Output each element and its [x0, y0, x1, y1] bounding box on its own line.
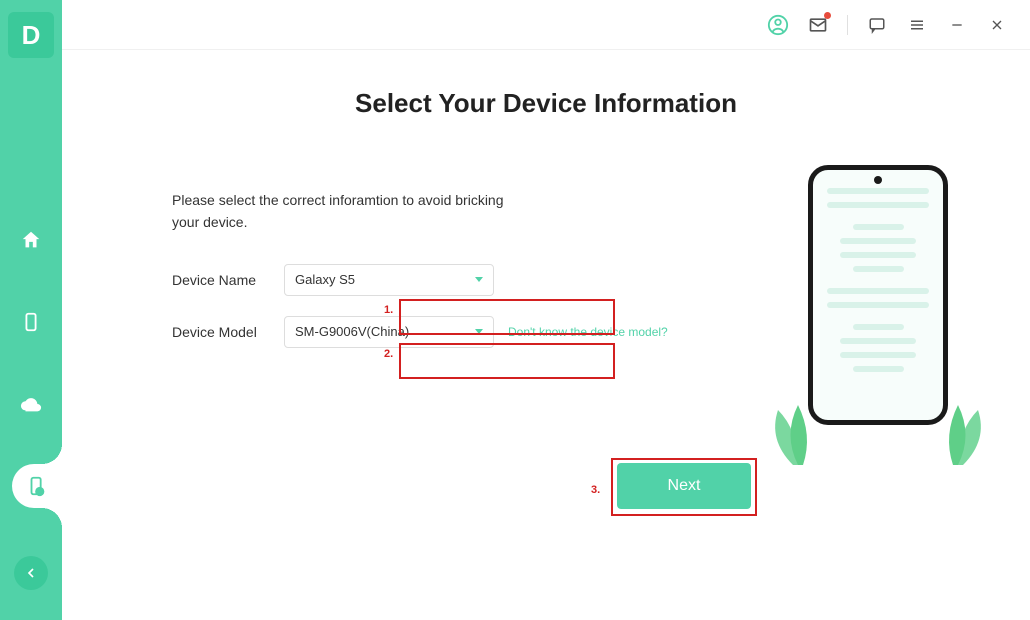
repair-icon: !	[26, 475, 48, 497]
notification-dot-icon	[824, 12, 831, 19]
device-model-label: Device Model	[172, 324, 274, 340]
main-area: Select Your Device Information Please se…	[62, 0, 1030, 620]
phone-content-line	[827, 202, 929, 208]
user-icon	[767, 14, 789, 36]
device-name-value: Galaxy S5	[295, 272, 355, 287]
phone-content-line	[827, 288, 929, 294]
device-name-select[interactable]: Galaxy S5	[284, 264, 494, 296]
svg-text:!: !	[39, 489, 41, 496]
annotation-label-1: 1.	[384, 304, 393, 316]
sidebar-nav: !	[0, 218, 62, 590]
device-icon	[20, 311, 42, 333]
phone-content-line	[853, 366, 904, 372]
logo-letter: D	[22, 20, 41, 51]
phone-illustration	[798, 165, 958, 465]
annotation-box-2	[399, 343, 615, 379]
device-model-select[interactable]: SM-G9006V(China)	[284, 316, 494, 348]
content: Select Your Device Information Please se…	[62, 50, 1030, 620]
cloud-icon	[20, 393, 42, 415]
sidebar-item-device[interactable]	[0, 300, 62, 344]
back-button[interactable]	[14, 556, 48, 590]
phone-notch-icon	[874, 176, 882, 184]
titlebar	[62, 0, 1030, 50]
app-logo: D	[8, 12, 54, 58]
phone-content-line	[853, 224, 904, 230]
instruction-text: Please select the correct inforamtion to…	[172, 189, 532, 234]
phone-content-line	[840, 338, 917, 344]
menu-icon	[908, 16, 926, 34]
device-model-value: SM-G9006V(China)	[295, 324, 409, 339]
titlebar-divider	[847, 15, 848, 35]
device-name-label: Device Name	[172, 272, 274, 288]
annotation-label-3: 3.	[591, 484, 600, 496]
sidebar: D !	[0, 0, 62, 620]
phone-frame	[808, 165, 948, 425]
mail-button[interactable]	[807, 14, 829, 36]
next-button[interactable]: Next	[617, 463, 751, 509]
phone-content-line	[827, 188, 929, 194]
sidebar-item-home[interactable]	[0, 218, 62, 262]
phone-content-line	[840, 352, 917, 358]
arrow-left-icon	[23, 565, 39, 581]
phone-content-line	[853, 324, 904, 330]
annotation-label-2: 2.	[384, 348, 393, 360]
close-button[interactable]	[986, 14, 1008, 36]
phone-content-line	[840, 252, 917, 258]
sidebar-item-cloud[interactable]	[0, 382, 62, 426]
minimize-icon	[949, 17, 965, 33]
sidebar-item-repair[interactable]: !	[12, 464, 62, 508]
phone-content-line	[827, 302, 929, 308]
page-title: Select Your Device Information	[122, 88, 970, 119]
user-button[interactable]	[767, 14, 789, 36]
phone-content-line	[853, 266, 904, 272]
feedback-icon	[868, 16, 886, 34]
close-icon	[989, 17, 1005, 33]
phone-content-line	[840, 238, 917, 244]
minimize-button[interactable]	[946, 14, 968, 36]
home-icon	[20, 229, 42, 251]
feedback-button[interactable]	[866, 14, 888, 36]
menu-button[interactable]	[906, 14, 928, 36]
device-model-help-link[interactable]: Don't know the device model?	[508, 325, 668, 339]
